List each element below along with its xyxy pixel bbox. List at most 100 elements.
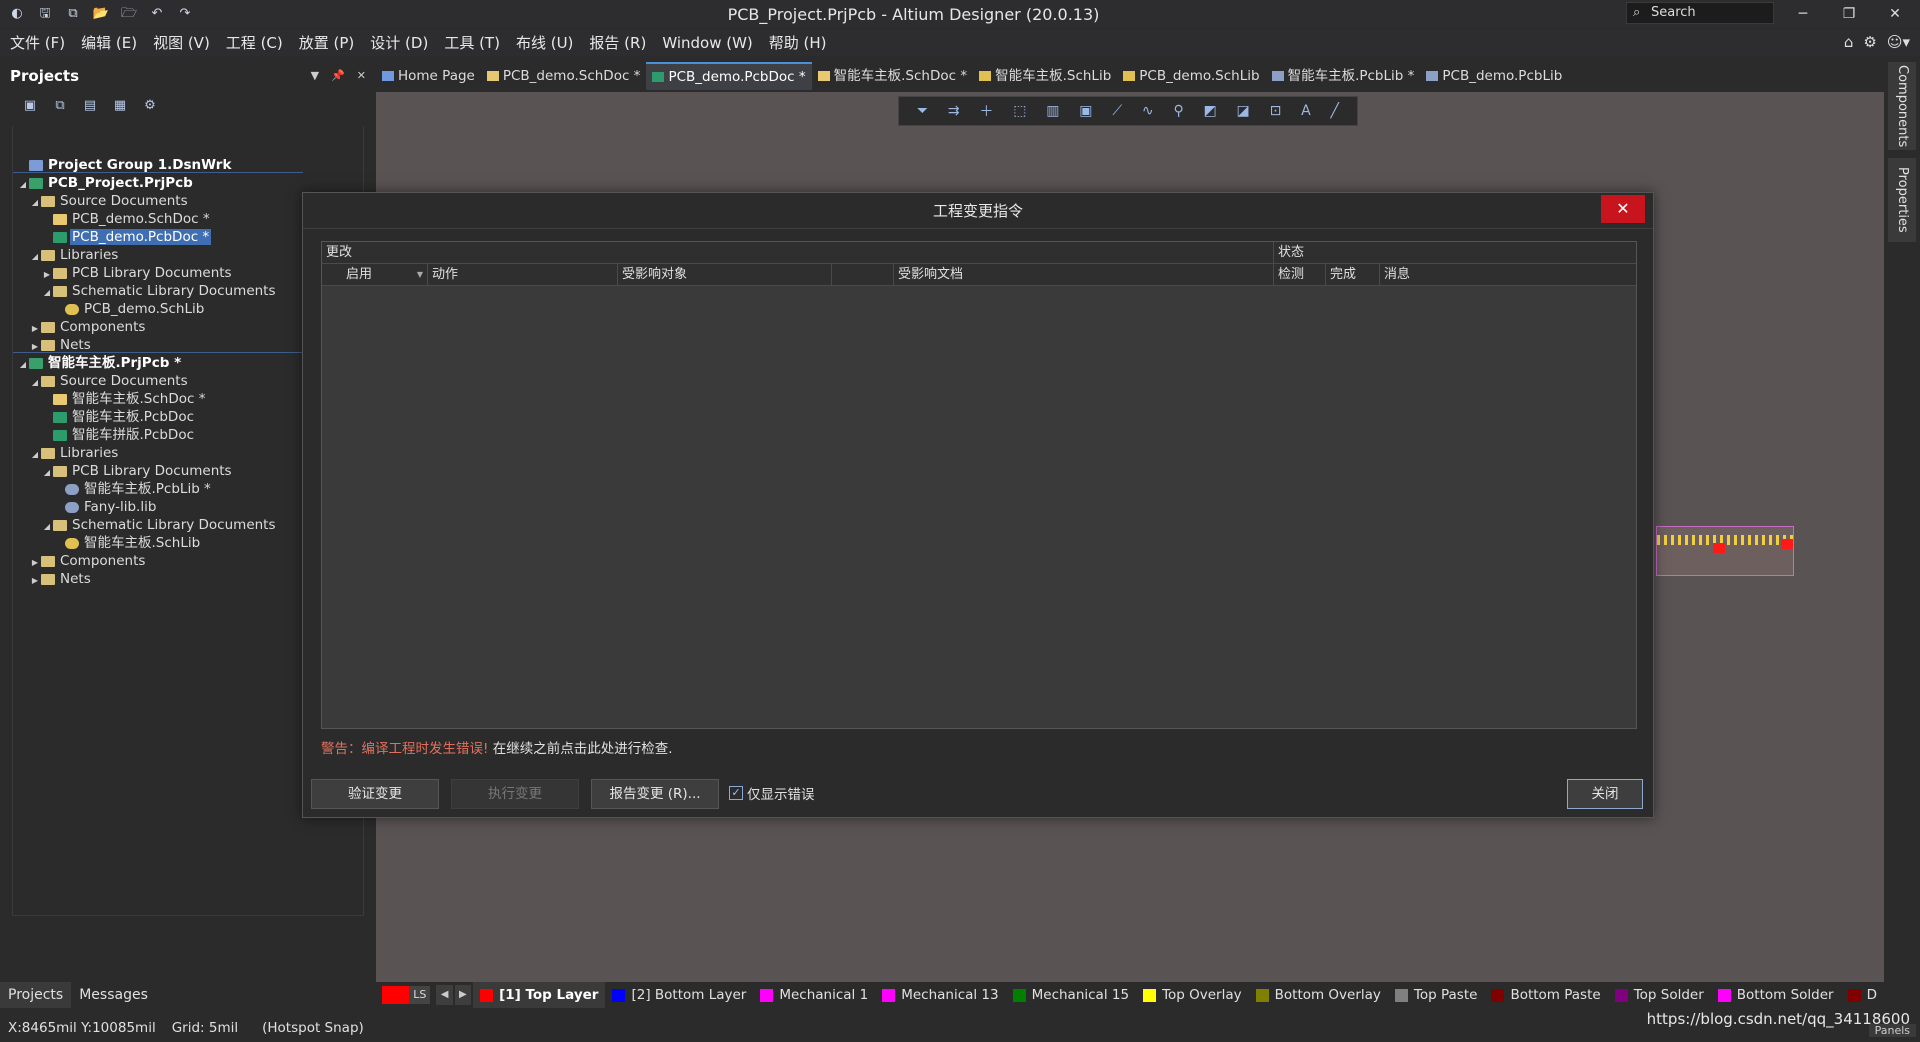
via-icon[interactable]: ⚲ <box>1173 103 1183 119</box>
menu-place[interactable]: 放置 (P) <box>291 30 363 56</box>
sch-icon <box>53 393 67 405</box>
layer-tab[interactable]: Bottom Overlay <box>1249 982 1388 1008</box>
col-message[interactable]: 消息 <box>1380 264 1636 285</box>
component-icon[interactable]: ▣ <box>1079 103 1092 119</box>
doc-tab[interactable]: 智能车主板.SchLib <box>973 62 1117 90</box>
col-affected-object[interactable]: 受影响对象 <box>618 264 832 285</box>
col-check[interactable]: 检测 <box>1274 264 1326 285</box>
menu-reports[interactable]: 报告 (R) <box>581 30 654 56</box>
save-project-icon[interactable]: ▣ <box>20 98 40 116</box>
cross-icon[interactable]: ＋ <box>979 101 993 121</box>
report-changes-button[interactable]: 报告变更 (R)... <box>591 779 719 809</box>
execute-changes-button[interactable]: 执行变更 <box>451 779 579 809</box>
doc-tab[interactable]: PCB_demo.SchDoc * <box>481 62 647 90</box>
compile-warning[interactable]: 警告：编译工程时发生错误! 在继续之前点击此处进行检查. <box>321 737 673 757</box>
layer-next-icon[interactable]: ▶ <box>454 985 472 1005</box>
col-action[interactable]: 动作 <box>428 264 618 285</box>
col-affected-document[interactable]: 受影响文档 <box>894 264 1274 285</box>
checkbox-checked-icon[interactable]: ✓ <box>729 786 743 800</box>
warning-link[interactable]: 在继续之前点击此处进行检查. <box>493 741 673 757</box>
col-done[interactable]: 完成 <box>1326 264 1380 285</box>
pin-icon[interactable]: 📌 <box>331 62 345 90</box>
layer-prev-icon[interactable]: ◀ <box>436 985 453 1005</box>
text-icon[interactable]: A <box>1301 103 1311 119</box>
tab-properties[interactable]: Properties <box>1888 158 1916 242</box>
menu-design[interactable]: 设计 (D) <box>362 30 436 56</box>
layer-tab[interactable]: Mechanical 13 <box>875 982 1005 1008</box>
current-layer-swatch[interactable] <box>382 986 410 1004</box>
dimension-icon[interactable]: ⊡ <box>1270 103 1282 119</box>
only-show-errors-checkbox[interactable]: ✓ 仅显示错误 <box>729 783 815 803</box>
layer-tab-label: Top Solder <box>1633 987 1704 1003</box>
diff-pair-icon[interactable]: ∿ <box>1142 103 1154 119</box>
doc-tab[interactable]: PCB_demo.SchLib <box>1117 62 1265 90</box>
layer-tab[interactable]: Mechanical 1 <box>753 982 875 1008</box>
restore-button[interactable]: ❐ <box>1826 0 1872 28</box>
tree-item-label: Nets <box>60 337 91 353</box>
grp-icon <box>29 159 43 171</box>
layer-tab[interactable]: Mechanical 15 <box>1006 982 1136 1008</box>
settings-icon[interactable]: ⚙ <box>140 98 160 116</box>
tree-item-label: 智能车主板.PrjPcb * <box>48 355 182 371</box>
minimize-button[interactable]: ─ <box>1780 0 1826 28</box>
panel-menu-icon[interactable]: ▼ <box>311 62 319 90</box>
menu-file[interactable]: 文件 (F) <box>2 30 73 56</box>
tab-messages[interactable]: Messages <box>71 982 156 1008</box>
layer-tab[interactable]: Top Solder <box>1608 982 1711 1008</box>
menu-route[interactable]: 布线 (U) <box>508 30 581 56</box>
search-input[interactable]: ⌕ Search <box>1626 2 1774 24</box>
save-copy-icon[interactable]: ⧉ <box>50 98 70 116</box>
track-icon[interactable]: ⟋ <box>1112 103 1122 119</box>
project-separator <box>13 172 303 173</box>
dialog-close-icon[interactable]: ✕ <box>1601 195 1645 223</box>
menu-help[interactable]: 帮助 (H) <box>761 30 835 56</box>
align-icon[interactable]: ▥ <box>1046 103 1059 119</box>
col-enable[interactable]: 启用 ▼ <box>322 264 428 285</box>
status-bar: X:8465mil Y:10085mil Grid: 5mil (Hotspot… <box>0 1014 1920 1042</box>
select-rect-icon[interactable]: ⬚ <box>1013 103 1026 119</box>
tree-item-label: Libraries <box>60 247 119 263</box>
tab-components[interactable]: Components <box>1888 62 1916 150</box>
doc-tab[interactable]: 智能车主板.SchDoc * <box>812 62 973 90</box>
layer-tab[interactable]: [2] Bottom Layer <box>605 982 753 1008</box>
gear-icon[interactable]: ⚙ <box>1863 33 1876 51</box>
layer-tab[interactable]: Top Overlay <box>1136 982 1249 1008</box>
open-folder-icon[interactable]: ▤ <box>80 98 100 116</box>
layer-tab[interactable]: [1] Top Layer <box>473 982 606 1008</box>
doc-tab[interactable]: PCB_demo.PcbDoc * <box>646 62 812 90</box>
doc-tab[interactable]: Home Page <box>376 62 481 90</box>
menu-window[interactable]: Window (W) <box>654 30 760 56</box>
user-icon[interactable]: ☺▾ <box>1887 33 1910 51</box>
layer-tab[interactable]: Top Paste <box>1388 982 1485 1008</box>
layer-tab[interactable]: Bottom Solder <box>1711 982 1841 1008</box>
validate-changes-button[interactable]: 验证变更 <box>311 779 439 809</box>
close-window-button[interactable]: ✕ <box>1872 0 1918 28</box>
folder-icon <box>41 249 55 261</box>
panel-close-icon[interactable]: ✕ <box>357 62 366 90</box>
folder-icon <box>53 285 67 297</box>
menu-view[interactable]: 视图 (V) <box>145 30 218 56</box>
component-row <box>1657 535 1793 545</box>
route-icon[interactable]: ⇉ <box>948 103 960 119</box>
line-icon[interactable]: ╱ <box>1330 103 1338 119</box>
home-icon[interactable]: ⌂ <box>1844 33 1854 51</box>
layer-tab[interactable]: D <box>1841 982 1884 1008</box>
doc-tab[interactable]: 智能车主板.PcbLib * <box>1266 62 1421 90</box>
layer-tab[interactable]: Bottom Paste <box>1484 982 1607 1008</box>
polygon-icon[interactable]: ◩ <box>1204 103 1217 119</box>
menu-edit[interactable]: 编辑 (E) <box>73 30 145 56</box>
expand-arrow-icon[interactable]: ▶ <box>29 570 41 592</box>
menu-tools[interactable]: 工具 (T) <box>436 30 508 56</box>
projects-panel-title: Projects <box>10 67 80 85</box>
layer-set-button[interactable]: LS <box>409 986 431 1004</box>
doc-tab[interactable]: PCB_demo.PcbLib <box>1420 62 1568 90</box>
tree-item-label: Libraries <box>60 445 119 461</box>
keepout-icon[interactable]: ◪ <box>1237 103 1250 119</box>
close-dialog-button[interactable]: 关闭 <box>1567 779 1643 809</box>
tree-item[interactable]: ▶ Nets <box>13 568 303 590</box>
layer-color-swatch <box>612 988 626 1002</box>
menu-project[interactable]: 工程 (C) <box>218 30 291 56</box>
tab-projects[interactable]: Projects <box>0 982 72 1008</box>
project-folder-icon[interactable]: ▦ <box>110 98 130 116</box>
filter-icon[interactable]: ⏷ <box>917 103 928 119</box>
